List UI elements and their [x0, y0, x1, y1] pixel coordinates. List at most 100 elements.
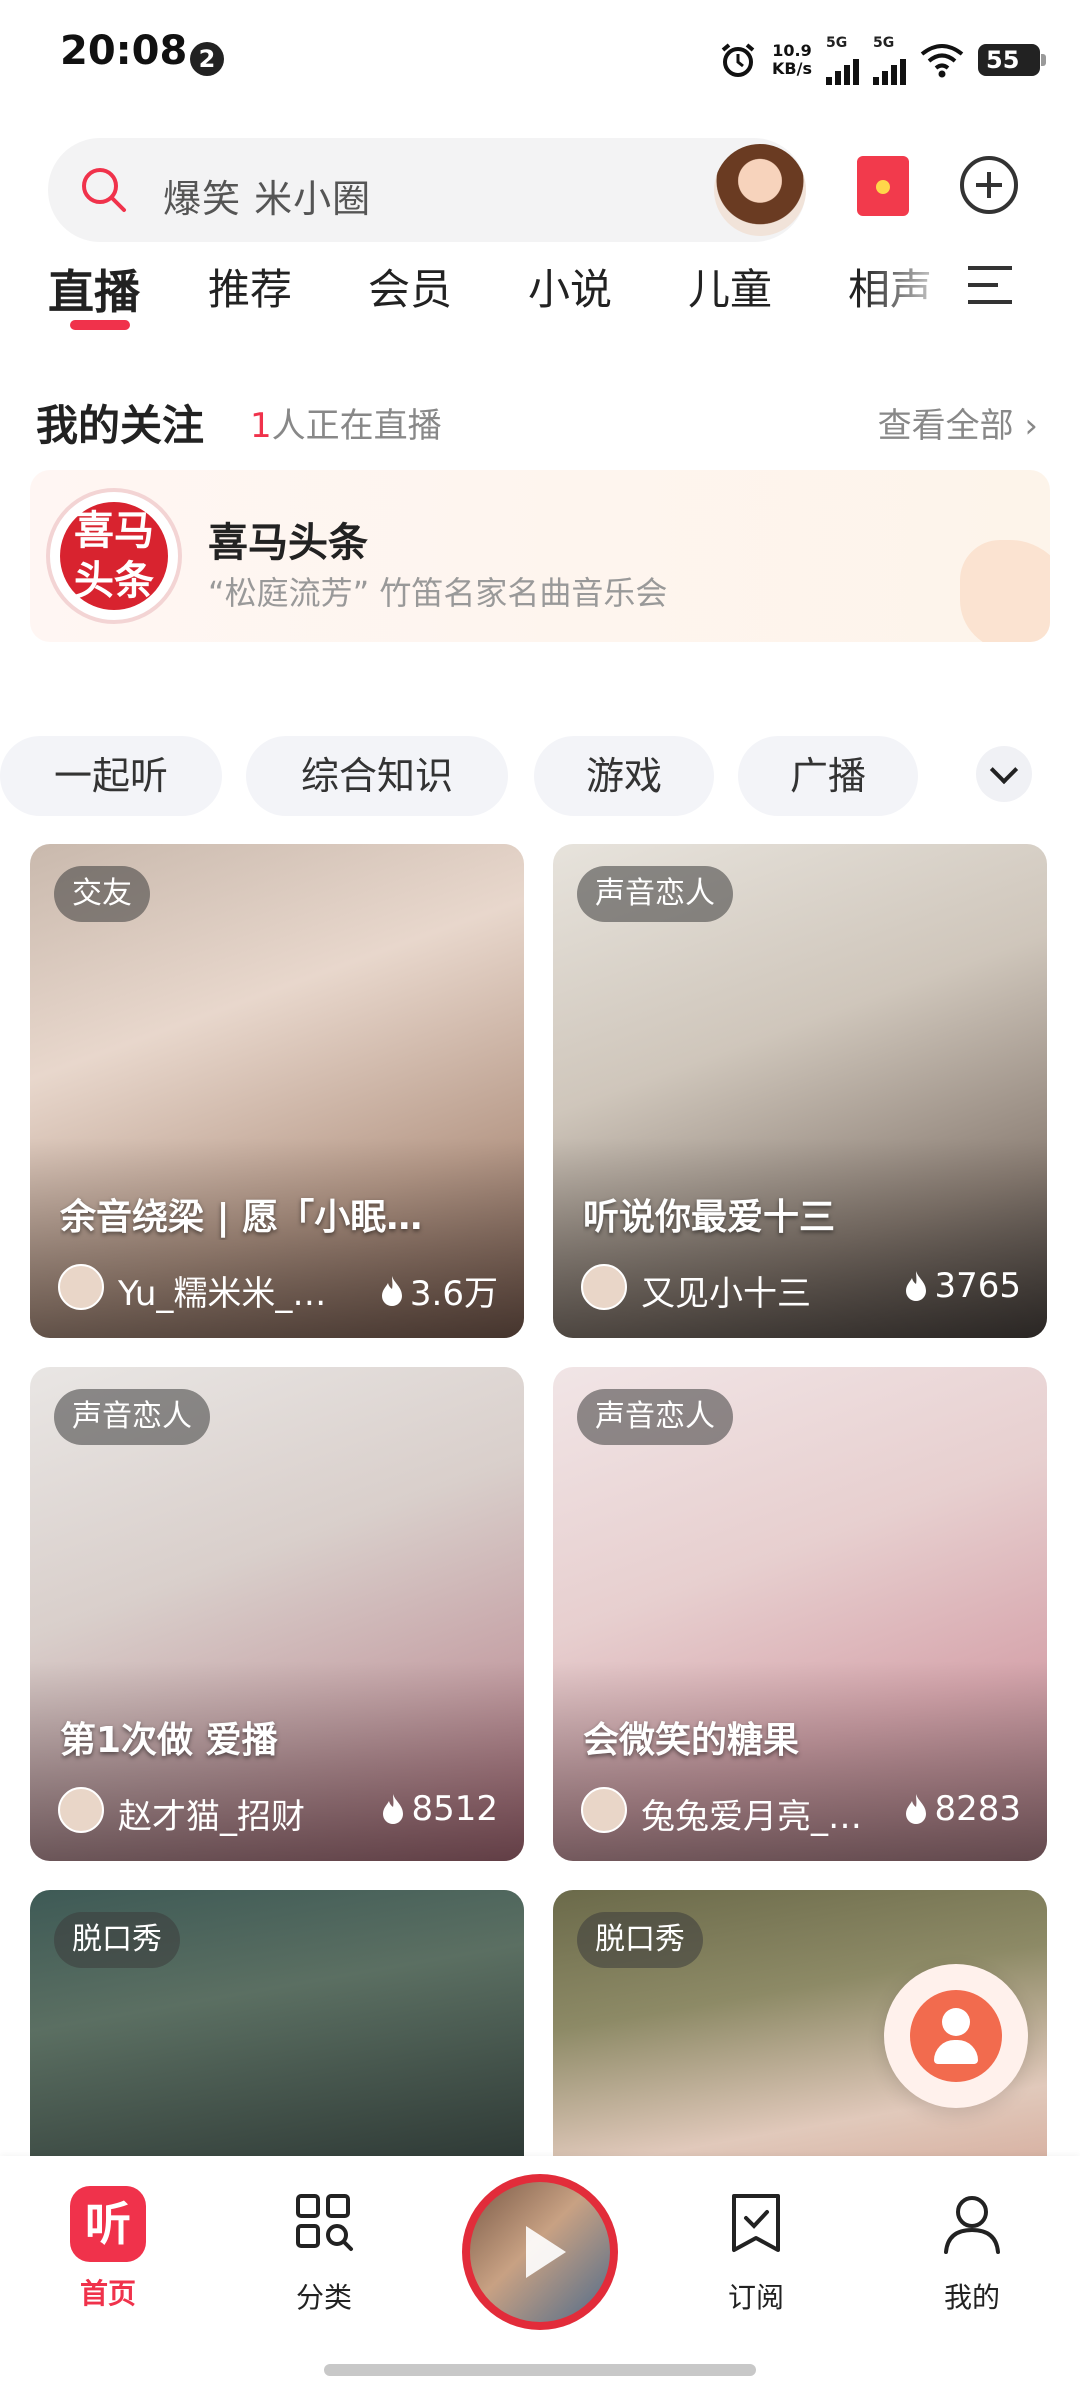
network-speed-unit: KB/s	[772, 59, 812, 78]
live-count-suffix: 人正在直播	[271, 406, 442, 446]
nav-subscribe[interactable]: 订阅	[686, 2186, 826, 2316]
chip-knowledge[interactable]: 综合知识	[246, 736, 508, 816]
search-icon	[82, 168, 126, 212]
card-username: 赵才猫_招财	[118, 1797, 305, 1837]
chip-radio[interactable]: 广播	[738, 736, 918, 816]
card-title: 听说你最爱十三	[583, 1197, 836, 1238]
status-bar: 20:08 2 10.9 KB/s 5G 5G 55	[0, 0, 1080, 120]
live-card[interactable]: 脱口秀	[30, 1890, 524, 2156]
card-tag: 声音恋人	[577, 866, 733, 922]
view-all-link[interactable]: 查看全部 ›	[878, 398, 1038, 447]
tab-vip[interactable]: 会员	[368, 256, 528, 336]
live-card[interactable]: 交友 余音绕梁 | 愿「小眠… Yu_糯米米_… 3.6万	[30, 844, 524, 1338]
tab-kids[interactable]: 儿童	[688, 256, 848, 336]
live-card[interactable]: 声音恋人 第1次做 爱播 赵才猫_招财 8512	[30, 1367, 524, 1861]
battery-icon: 55	[978, 44, 1046, 76]
nav-mine[interactable]: 我的	[902, 2186, 1042, 2316]
card-heat-value: 3765	[934, 1266, 1021, 1306]
follow-section-title: 我的关注	[36, 401, 205, 450]
avatar	[581, 1787, 627, 1833]
followed-avatar-logo: 喜马头条	[60, 502, 168, 610]
card-footer: 赵才猫_招财 8512	[58, 1785, 498, 1837]
search-bar[interactable]: 爆笑 米小圈	[48, 138, 806, 242]
card-tag: 声音恋人	[577, 1389, 733, 1445]
status-icons: 10.9 KB/s 5G 5G 55	[718, 30, 1046, 90]
nav-home[interactable]: 听 首页	[38, 2186, 178, 2312]
card-heat-value: 8283	[934, 1789, 1021, 1829]
play-icon	[470, 2182, 610, 2322]
card-heat: 8283	[904, 1789, 1021, 1829]
user-icon	[944, 2196, 1000, 2254]
card-username: 又见小十三	[641, 1274, 811, 1314]
card-tag: 脱口秀	[577, 1912, 703, 1968]
followed-desc: “松庭流芳” 竹笛名家名曲音乐会	[208, 574, 668, 612]
network-speed-value: 10.9	[772, 41, 812, 60]
view-all-label: 查看全部	[877, 406, 1014, 446]
tab-menu-icon[interactable]	[968, 266, 1012, 306]
live-count: 1	[250, 406, 272, 446]
now-playing-button[interactable]	[462, 2174, 618, 2330]
avatar	[581, 1264, 627, 1310]
card-title: 余音绕梁 | 愿「小眠…	[60, 1197, 423, 1238]
card-heat: 8512	[381, 1789, 498, 1829]
nav-mine-label: 我的	[943, 2281, 1000, 2314]
nav-category-label: 分类	[295, 2281, 352, 2314]
tab-recommend[interactable]: 推荐	[208, 256, 368, 336]
card-title: 会微笑的糖果	[583, 1720, 800, 1761]
person-icon	[910, 1990, 1002, 2082]
live-card[interactable]: 声音恋人 听说你最爱十三 又见小十三 3765	[553, 844, 1047, 1338]
chip-listen-together[interactable]: 一起听	[0, 736, 222, 816]
chevron-down-icon[interactable]	[976, 746, 1032, 802]
search-placeholder: 爆笑 米小圈	[163, 177, 372, 221]
chip-games[interactable]: 游戏	[534, 736, 714, 816]
category-icon	[296, 2194, 353, 2251]
tab-novel[interactable]: 小说	[528, 256, 688, 336]
card-heat: 3765	[904, 1266, 1021, 1306]
notification-count-badge: 2	[190, 42, 224, 76]
card-heat-value: 3.6万	[409, 1274, 498, 1314]
wifi-icon	[920, 44, 964, 78]
signal-2: 5G	[873, 35, 906, 85]
nav-home-label: 首页	[79, 2277, 136, 2310]
home-indicator	[324, 2364, 756, 2376]
followed-live-card[interactable]: 喜马头条 喜马头条 “松庭流芳” 竹笛名家名曲音乐会	[30, 470, 1050, 642]
alarm-icon	[721, 43, 755, 77]
search-mascot-avatar[interactable]	[714, 144, 806, 236]
card-username: 兔兔爱月亮_…	[641, 1797, 862, 1837]
flame-icon	[906, 1794, 927, 1824]
chevron-right-icon: ›	[1024, 406, 1038, 446]
signal-bars-icon	[873, 51, 906, 85]
flame-icon	[383, 1794, 404, 1824]
followed-avatar: 喜马头条	[46, 488, 182, 624]
network-speed: 10.9 KB/s	[772, 42, 812, 78]
profile-fab-button[interactable]	[884, 1964, 1028, 2108]
card-heat-value: 8512	[411, 1789, 498, 1829]
card-tag: 交友	[54, 866, 150, 922]
red-packet-icon[interactable]	[857, 156, 909, 216]
flame-icon	[906, 1271, 927, 1301]
card-footer: 兔兔爱月亮_… 8283	[581, 1785, 1021, 1837]
signal-2-label: 5G	[873, 35, 895, 51]
add-icon[interactable]	[960, 156, 1018, 214]
live-category-chips: 一起听 综合知识 游戏 广播	[0, 736, 1080, 816]
avatar	[58, 1264, 104, 1310]
nav-category[interactable]: 分类	[254, 2186, 394, 2316]
tab-live[interactable]: 直播	[48, 256, 208, 336]
home-icon: 听	[70, 2186, 146, 2262]
card-footer: 又见小十三 3765	[581, 1262, 1021, 1314]
status-time: 20:08	[60, 28, 188, 74]
live-count-text: 1人正在直播	[250, 398, 442, 447]
card-tag: 脱口秀	[54, 1912, 180, 1968]
flame-icon	[381, 1275, 402, 1306]
card-footer: Yu_糯米米_… 3.6万	[58, 1262, 498, 1315]
card-tag: 声音恋人	[54, 1389, 210, 1445]
signal-1: 5G	[826, 35, 859, 85]
card-heat: 3.6万	[380, 1266, 498, 1315]
signal-1-label: 5G	[826, 35, 848, 51]
card-title: 第1次做 爱播	[60, 1720, 278, 1761]
avatar	[58, 1787, 104, 1833]
live-card[interactable]: 声音恋人 会微笑的糖果 兔兔爱月亮_… 8283	[553, 1367, 1047, 1861]
followed-name: 喜马头条	[208, 520, 368, 566]
nav-subscribe-label: 订阅	[727, 2281, 784, 2314]
subscribe-icon	[732, 2194, 780, 2252]
